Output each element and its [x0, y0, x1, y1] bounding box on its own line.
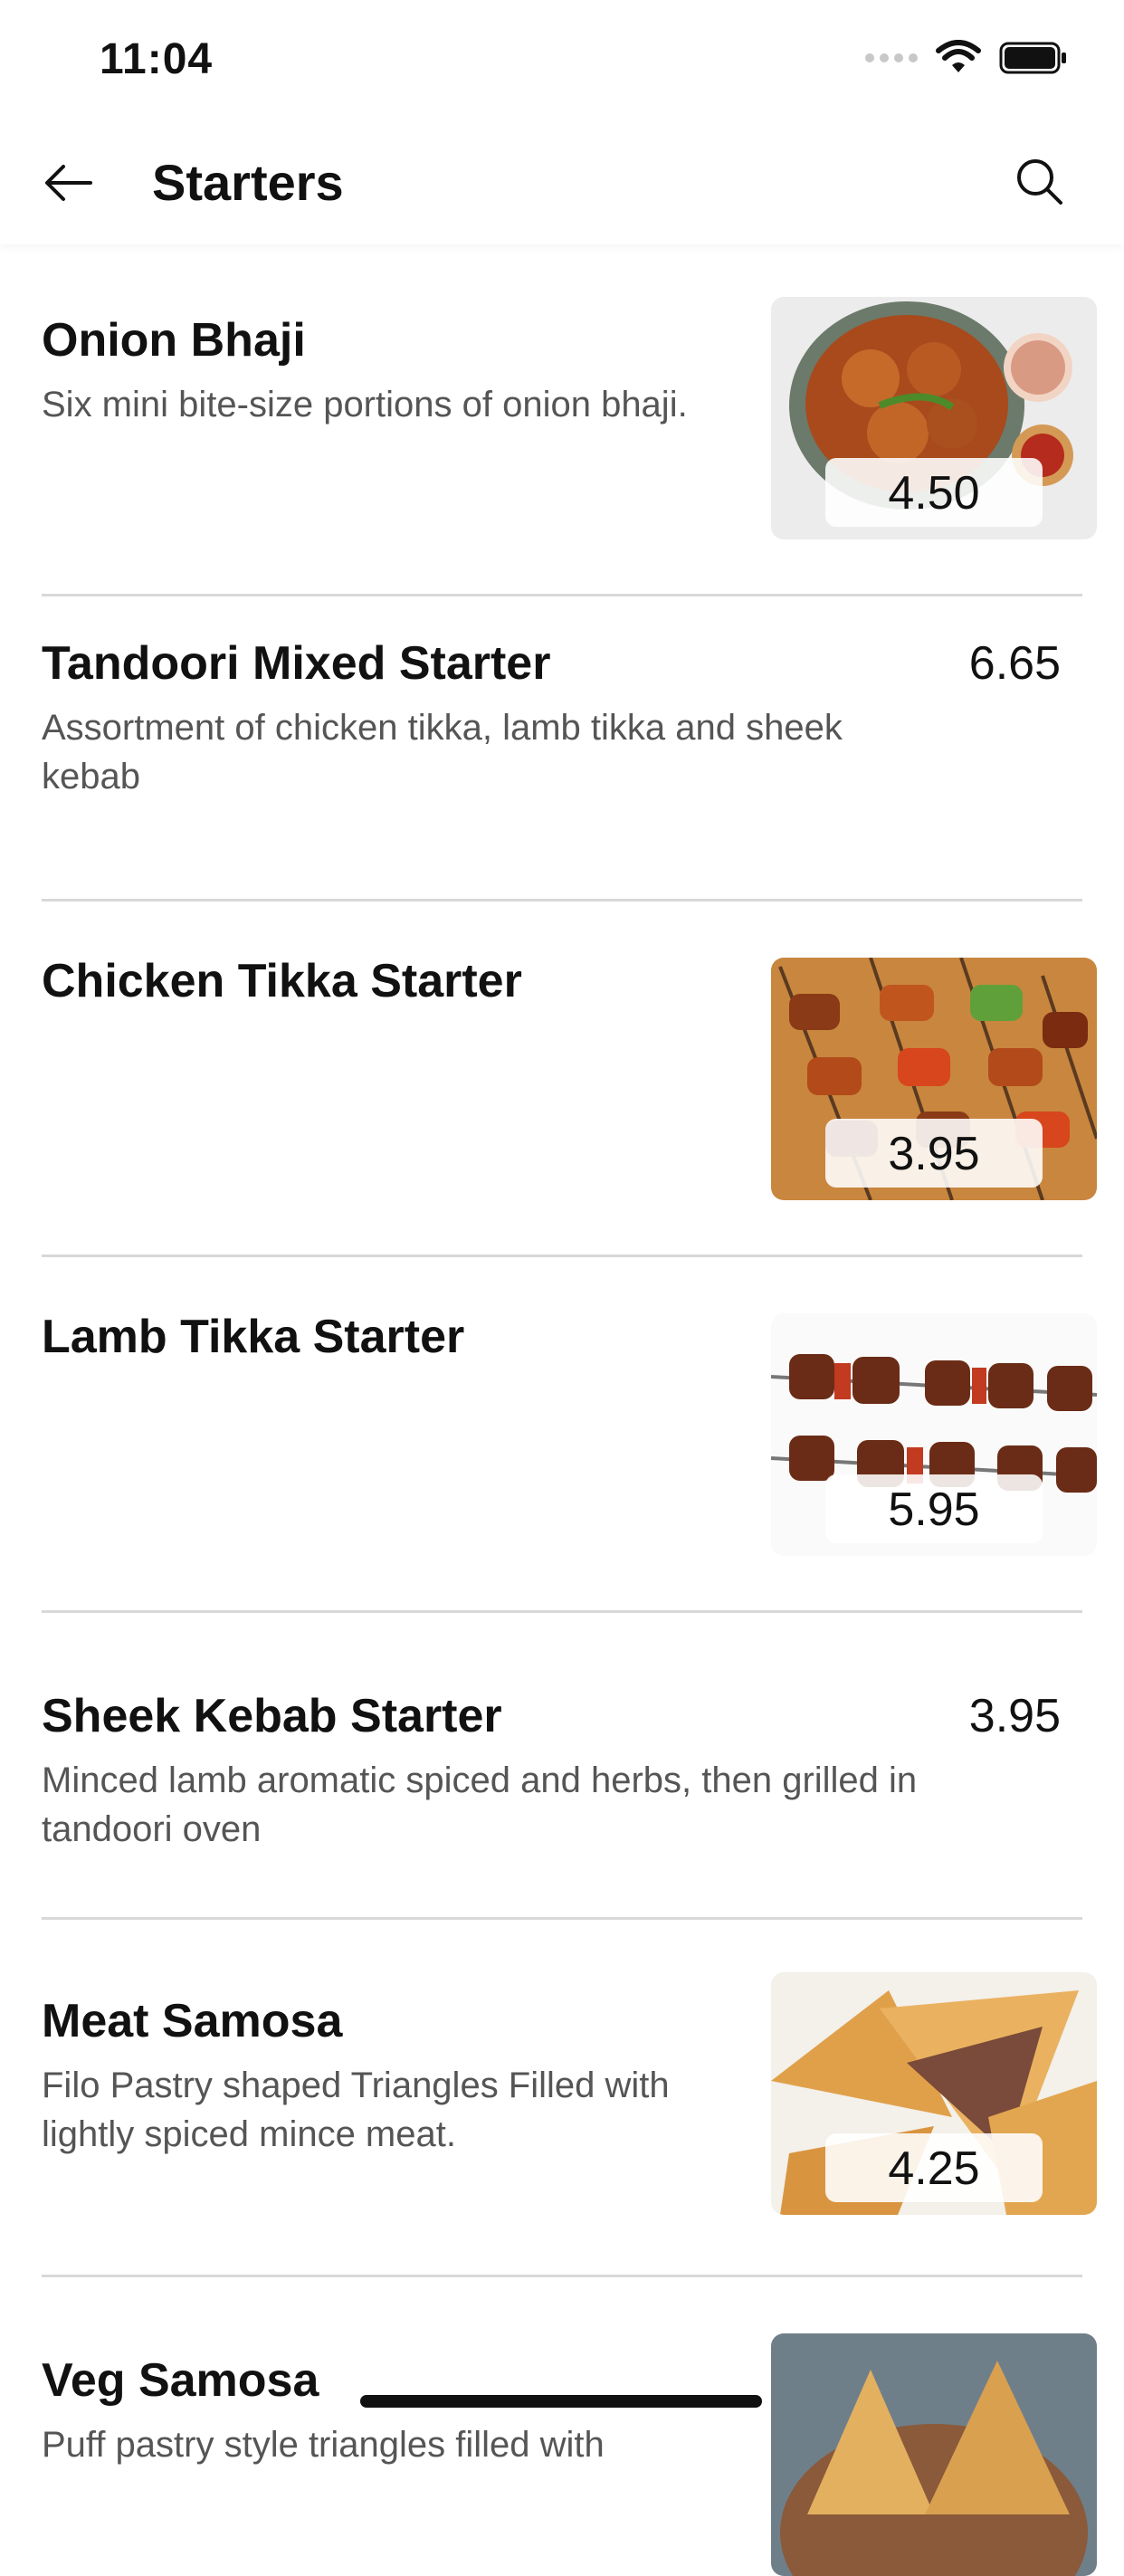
item-description: Filo Pastry shaped Triangles Filled with… [42, 2066, 670, 2154]
list-item[interactable]: Tandoori Mixed Starter 6.65 Assortment o… [42, 596, 1082, 902]
battery-icon [999, 42, 1066, 74]
app-bar: Starters [0, 118, 1124, 244]
item-description: Assortment of chicken tikka, lamb tikka … [42, 708, 843, 797]
search-icon[interactable] [1010, 152, 1068, 210]
price-badge: 4.25 [825, 2133, 1043, 2202]
item-price: 3.95 [968, 1690, 1061, 1742]
chicken-tikka-photo: 3.95 [771, 958, 1097, 1200]
list-item[interactable]: Lamb Tikka Starter 5.95 [42, 1257, 1097, 1613]
status-bar: 11:04 [0, 0, 1124, 118]
price-badge: 3.95 [825, 1119, 1043, 1188]
onion-bhaji-photo: 4.50 [771, 297, 1097, 539]
item-title: Meat Samosa [42, 1995, 343, 2047]
item-title: Lamb Tikka Starter [42, 1311, 465, 1363]
home-indicator [360, 2395, 762, 2408]
item-description: Six mini bite-size portions of onion bha… [42, 385, 688, 425]
item-title: Veg Samosa [42, 2354, 319, 2407]
list-item[interactable]: Onion Bhaji Six mini bite-size portions … [42, 272, 1097, 596]
item-description: Puff pastry style triangles filled with [42, 2425, 605, 2465]
price-badge: 5.95 [825, 1474, 1043, 1543]
menu-list: Onion Bhaji Six mini bite-size portions … [0, 272, 1124, 2576]
price-badge: 4.50 [825, 458, 1043, 527]
item-title: Onion Bhaji [42, 314, 306, 367]
item-title: Chicken Tikka Starter [42, 955, 522, 1007]
item-price: 6.65 [968, 637, 1061, 690]
item-title: Sheek Kebab Starter [42, 1690, 502, 1742]
item-description: Minced lamb aromatic spiced and herbs, t… [42, 1760, 918, 1849]
status-time: 11:04 [100, 35, 214, 83]
wifi-icon [936, 40, 981, 72]
back-arrow-icon[interactable] [40, 154, 98, 212]
lamb-tikka-photo: 5.95 [771, 1313, 1097, 1556]
veg-samosa-photo [771, 2333, 1097, 2576]
list-item[interactable]: Chicken Tikka Starter 3.95 [42, 902, 1097, 1257]
list-item[interactable]: Meat Samosa Filo Pastry shaped Triangles… [42, 1920, 1097, 2277]
signal-icon [865, 53, 918, 62]
meat-samosa-photo: 4.25 [771, 1972, 1097, 2215]
list-item[interactable]: Sheek Kebab Starter 3.95 Minced lamb aro… [42, 1613, 1082, 1920]
page-title: Starters [152, 154, 344, 211]
item-title: Tandoori Mixed Starter [42, 637, 551, 690]
list-item[interactable]: Veg Samosa Puff pastry style triangles f… [42, 2277, 1097, 2576]
